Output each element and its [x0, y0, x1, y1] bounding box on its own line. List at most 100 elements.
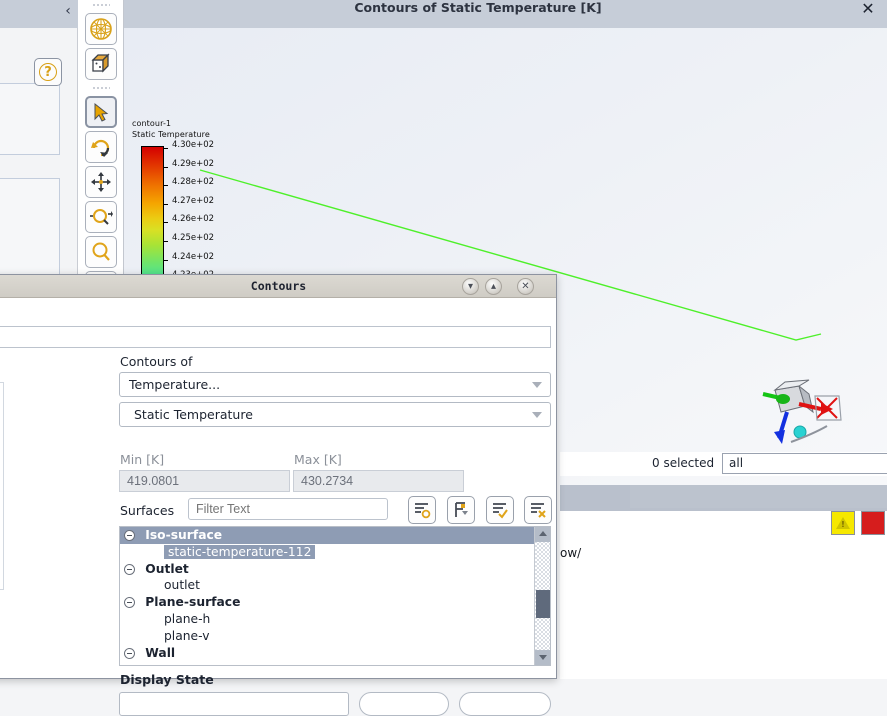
contours-dialog[interactable]: Contours ▾ ▴ ✕ Contour Name Options Fill…: [0, 274, 557, 716]
close-icon[interactable]: ✕: [859, 0, 877, 18]
collapse-icon[interactable]: [124, 647, 135, 659]
list-item-label[interactable]: plane-h: [164, 612, 210, 626]
status-icon-group: [829, 511, 885, 535]
scrollbar-thumb[interactable]: [536, 590, 550, 618]
help-button[interactable]: ?: [34, 58, 62, 86]
view-toolbar: [78, 0, 124, 303]
contour-name-input[interactable]: [0, 326, 551, 348]
selection-count: 0 selected: [652, 456, 715, 470]
tree-group-box-1: [0, 83, 60, 155]
pan-icon[interactable]: [84, 166, 117, 198]
toolbar-drag-handle[interactable]: [78, 0, 124, 10]
display-state-use-button[interactable]: [359, 692, 449, 716]
option-global-range[interactable]: Global Range: [0, 473, 3, 496]
legend-tick: 4.25e+02: [164, 233, 240, 252]
option-draw-profiles: Draw Profiles: [0, 541, 3, 564]
zoom-fit-icon[interactable]: [84, 201, 117, 233]
option-draw-mesh[interactable]: Draw Mesh: [0, 563, 3, 586]
display-state-save-button[interactable]: [459, 692, 551, 716]
toolbar-separator: [78, 83, 124, 93]
max-input[interactable]: [293, 470, 464, 492]
min-input[interactable]: [119, 470, 290, 492]
option-boundary-values[interactable]: Boundary Values: [0, 428, 3, 451]
scroll-up-icon[interactable]: [535, 527, 550, 542]
top-bar: ‹ Contours of Static Temperature [K] ✕: [0, 0, 887, 28]
select-all-icon[interactable]: [485, 496, 514, 524]
legend-tick: 4.27e+02: [164, 196, 240, 215]
legend-tick: 4.26e+02: [164, 214, 240, 233]
selection-filter-dropdown[interactable]: all: [722, 453, 887, 474]
list-item: Iso-surface: [120, 527, 550, 544]
option-auto-range[interactable]: Auto Range: [0, 496, 3, 519]
create-surface-icon[interactable]: [446, 496, 475, 524]
surfaces-list[interactable]: Iso-surface static-temperature-112 Outle…: [119, 526, 551, 666]
legend-tick-label: 4.29e+02: [172, 158, 215, 169]
list-item-label[interactable]: static-temperature-112: [164, 544, 316, 559]
legend-tick: 4.24e+02: [164, 252, 240, 271]
collapse-icon[interactable]: [124, 563, 135, 575]
legend-tick: 4.30e+02: [164, 140, 240, 159]
error-icon[interactable]: [861, 511, 885, 535]
axis-triad-widget[interactable]: [755, 372, 845, 452]
legend-tick-label: 4.25e+02: [172, 232, 215, 243]
console-panel[interactable]: ow/: [560, 511, 887, 679]
list-item: outlet: [120, 577, 550, 594]
mesh-sphere-icon[interactable]: [84, 13, 117, 45]
field-value: Static Temperature: [134, 407, 253, 422]
chevron-down-icon[interactable]: ▾: [462, 278, 479, 295]
box-icon[interactable]: [84, 48, 117, 80]
contours-of-label: Contours of: [120, 354, 193, 369]
min-label: Min [K]: [120, 452, 165, 467]
list-item: Wall: [120, 645, 550, 662]
list-item-label[interactable]: outlet: [164, 578, 200, 592]
deselect-all-icon[interactable]: [524, 496, 553, 524]
list-item-label: Iso-surface: [145, 528, 223, 542]
option-clip-to-range: Clip to Range: [0, 518, 3, 541]
list-item: static-temperature-112: [120, 544, 550, 561]
surfaces-filter-input[interactable]: [188, 498, 388, 520]
contours-of-dropdown[interactable]: Temperature...: [119, 372, 551, 397]
legend-tick-label: 4.27e+02: [172, 195, 215, 206]
rotate-icon[interactable]: [84, 131, 117, 163]
warning-triangle-icon[interactable]: [831, 511, 856, 535]
legend-variable: Static Temperature: [132, 130, 210, 139]
legend-tick-label: 4.28e+02: [172, 177, 215, 188]
panel-divider: [560, 485, 887, 511]
legend-tick: 4.29e+02: [164, 159, 240, 178]
options-group: Filled Node Values Boundary Values Conto…: [0, 382, 4, 590]
list-item-label[interactable]: plane-v: [164, 629, 210, 643]
dialog-title-bar[interactable]: Contours ▾ ▴ ✕: [0, 275, 556, 298]
surface-actions: [408, 496, 553, 524]
list-item: plane-v: [120, 628, 550, 645]
cursor-icon[interactable]: [84, 96, 117, 128]
new-surface-icon[interactable]: [408, 496, 436, 524]
selection-row: 0 selected all: [560, 452, 887, 476]
collapse-icon[interactable]: [124, 597, 135, 609]
legend-tick: 4.28e+02: [164, 177, 240, 196]
collapse-icon[interactable]: [124, 530, 135, 541]
page-title: Contours of Static Temperature [K]: [354, 0, 602, 15]
display-state-label: Display State: [120, 672, 214, 687]
display-state-input[interactable]: [119, 692, 349, 716]
list-item-label: Outlet: [145, 561, 189, 576]
option-contour-lines[interactable]: Contour Lines: [0, 451, 3, 474]
field-dropdown[interactable]: Static Temperature: [119, 402, 551, 427]
list-item-label: Plane-surface: [145, 595, 241, 610]
question-mark-icon: ?: [39, 63, 57, 81]
chevron-down-icon: [532, 412, 542, 418]
option-node-values[interactable]: Node Values: [0, 406, 3, 429]
chevron-left-icon[interactable]: ‹: [60, 2, 76, 20]
legend-name: contour-1: [132, 119, 172, 128]
close-icon[interactable]: ✕: [517, 278, 534, 295]
legend-tick-label: 4.26e+02: [172, 214, 215, 225]
surfaces-scrollbar[interactable]: [534, 527, 550, 665]
option-filled[interactable]: Filled: [0, 383, 3, 406]
magnifier-icon[interactable]: [84, 236, 117, 268]
list-item: Outlet: [120, 561, 550, 578]
list-item: Plane-surface: [120, 594, 550, 611]
scroll-down-icon[interactable]: [535, 650, 550, 665]
chevron-up-icon[interactable]: ▴: [485, 278, 502, 295]
contours-of-value: Temperature...: [129, 377, 221, 392]
chevron-down-icon: [532, 382, 542, 388]
surfaces-label: Surfaces: [120, 503, 175, 518]
